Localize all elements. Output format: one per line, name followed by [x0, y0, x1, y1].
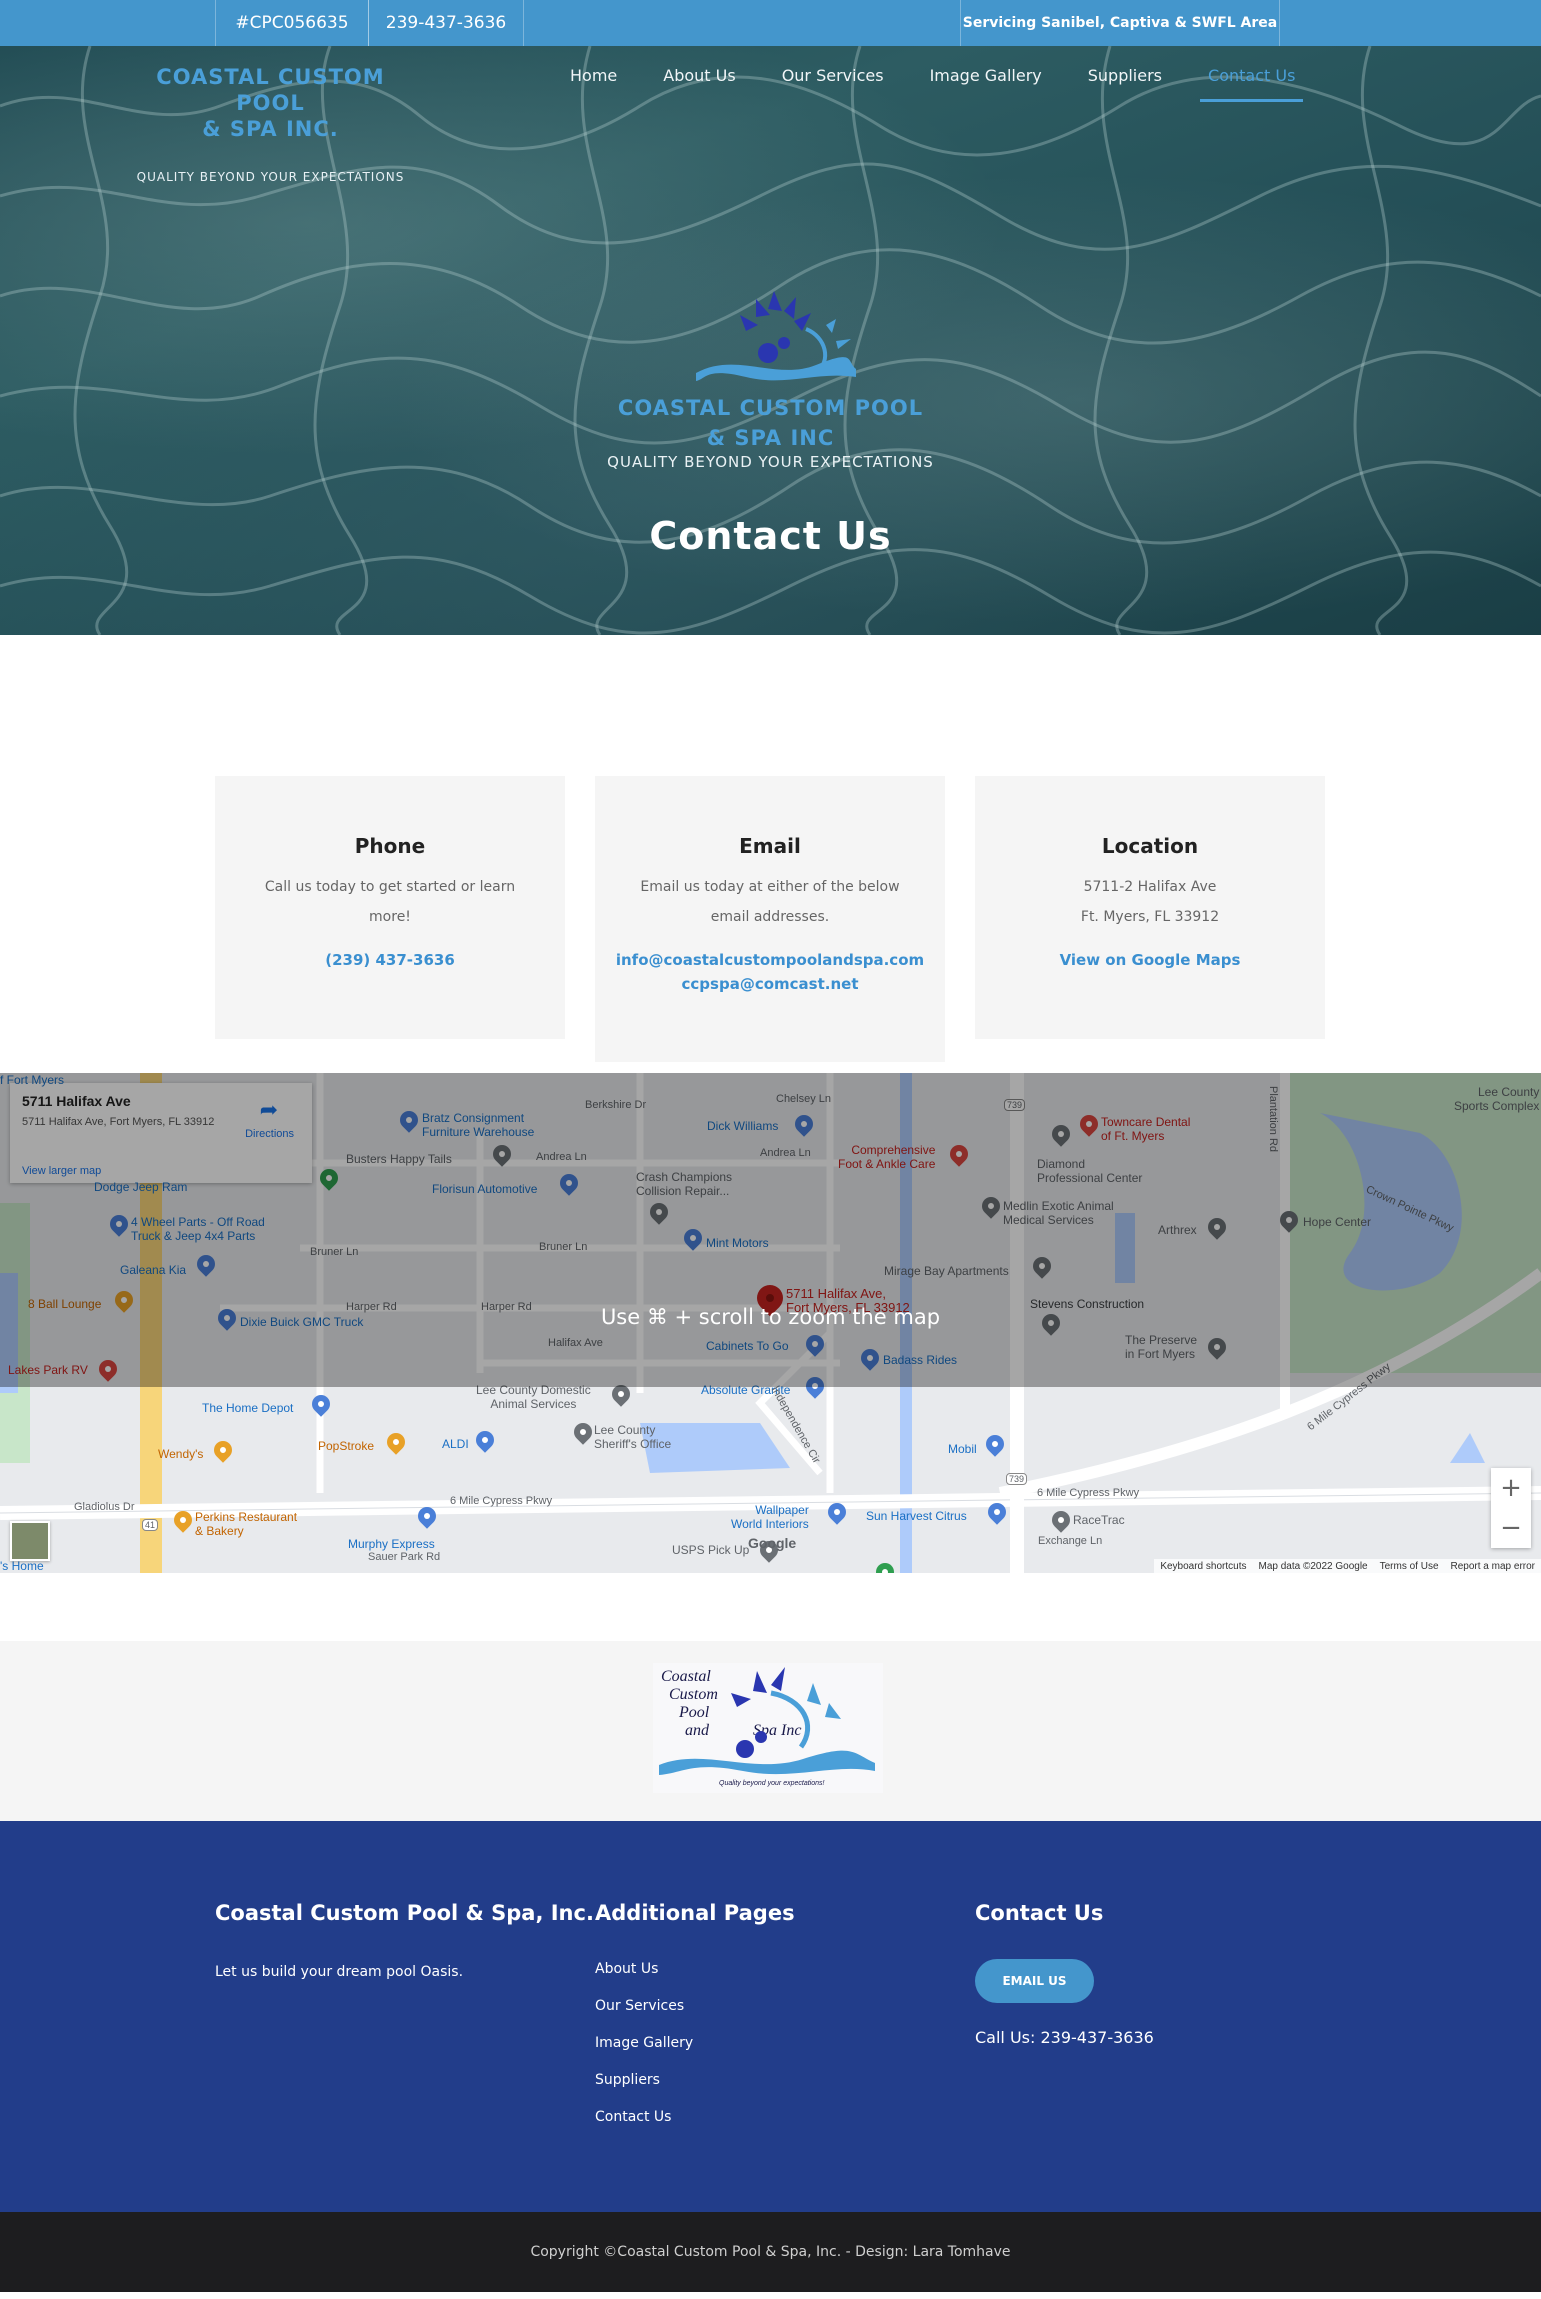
satellite-toggle[interactable] [10, 1521, 50, 1561]
map-label: The Home Depot [202, 1401, 294, 1415]
road-label: Gladiolus Dr [74, 1501, 135, 1513]
road-label: 6 Mile Cypress Pkwy [1037, 1487, 1140, 1499]
nav-about-us[interactable]: About Us [663, 46, 735, 102]
map-label: 's Home [0, 1559, 44, 1573]
location-card: Location 5711-2 Halifax Ave Ft. Myers, F… [975, 776, 1325, 1039]
location-address-line2: Ft. Myers, FL 33912 [1080, 909, 1220, 925]
hero-logo: COASTAL CUSTOM POOL & SPA INC QUALITY BE… [0, 281, 1541, 471]
footer-link-image-gallery[interactable]: Image Gallery [595, 2035, 693, 2051]
phone-card: Phone Call us today to get started or le… [215, 776, 565, 1039]
footer-link-about-us[interactable]: About Us [595, 1961, 658, 1977]
top-phone-link[interactable]: 239-437-3636 [368, 0, 524, 46]
email-card-text: Email us today at either of the below em… [640, 879, 900, 925]
hero-logo-tagline: QUALITY BEYOND YOUR EXPECTATIONS [607, 453, 934, 471]
report-error-link[interactable]: Report a map error [1451, 1561, 1535, 1572]
svg-text:Custom: Custom [669, 1686, 718, 1703]
location-address-line1: 5711-2 Halifax Ave [1083, 879, 1217, 895]
nav-image-gallery[interactable]: Image Gallery [930, 46, 1042, 102]
page-title: Contact Us [649, 514, 892, 558]
email-card: Email Email us today at either of the be… [595, 776, 945, 1062]
footer-link-our-services[interactable]: Our Services [595, 1998, 684, 2014]
map-label: USPS Pick Up [672, 1543, 750, 1557]
map-label: Perkins Restaurant & Bakery [195, 1510, 298, 1538]
scroll-zoom-overlay [0, 1073, 1541, 1387]
footer-pages-title: Additional Pages [595, 1901, 795, 1925]
phone-card-title: Phone [354, 834, 426, 858]
email-card-title: Email [739, 834, 801, 858]
road-label: 6 Mile Cypress Pkwy [450, 1495, 553, 1507]
license-number: #CPC056635 [215, 0, 369, 46]
map-label: Lee County Sheriff's Office [594, 1423, 672, 1451]
footer-tagline: Let us build your dream pool Oasis. [215, 1964, 464, 1980]
top-bar: #CPC056635 239-437-3636 Servicing Sanibe… [0, 0, 1541, 46]
nav-suppliers[interactable]: Suppliers [1088, 46, 1162, 102]
service-area: Servicing Sanibel, Captiva & SWFL Area [960, 0, 1280, 46]
copyright-bar: Copyright ©Coastal Custom Pool & Spa, In… [0, 2212, 1541, 2292]
terms-link[interactable]: Terms of Use [1380, 1561, 1439, 1572]
footer-contact-title: Contact Us [975, 1901, 1104, 1925]
location-card-title: Location [1101, 834, 1199, 858]
footer-links: About Us Our Services Image Gallery Supp… [595, 1961, 693, 2146]
map-label: Murphy Express [348, 1537, 435, 1551]
hero-logo-name-line1: COASTAL CUSTOM POOL [617, 396, 924, 420]
footer-link-contact-us[interactable]: Contact Us [595, 2109, 671, 2125]
brand-name-line2: & SPA INC. [202, 117, 339, 141]
email-us-button[interactable]: EMAIL US [975, 1959, 1094, 2003]
road-label: Exchange Ln [1038, 1535, 1103, 1547]
brand-tagline: QUALITY BEYOND YOUR EXPECTATIONS [136, 170, 405, 184]
route-shield: 739 [1006, 1473, 1028, 1485]
email-link-info[interactable]: info@coastalcustompoolandspa.com [595, 948, 945, 972]
road-label: Sauer Park Rd [368, 1551, 441, 1563]
phone-card-text: Call us today to get started or learn mo… [264, 879, 516, 925]
map-label: Mobil [948, 1442, 977, 1456]
zoom-out-button[interactable]: − [1491, 1508, 1531, 1548]
brand-name-line1: COASTAL CUSTOM POOL [156, 65, 385, 115]
svg-text:Quality beyond your expectatio: Quality beyond your expectations! [719, 1780, 825, 1787]
map-label: Wendy's [158, 1447, 204, 1461]
keyboard-shortcuts-link[interactable]: Keyboard shortcuts [1160, 1561, 1246, 1572]
email-link-ccpspa[interactable]: ccpspa@comcast.net [595, 972, 945, 996]
hero-section: COASTAL CUSTOM POOL & SPA INC. QUALITY B… [0, 46, 1541, 635]
map-attribution: Keyboard shortcuts Map data ©2022 Google… [1154, 1559, 1541, 1573]
svg-text:and: and [685, 1722, 710, 1739]
map-label: ALDI [442, 1437, 469, 1451]
main-nav: Home About Us Our Services Image Gallery… [570, 46, 1349, 146]
google-logo: Google [748, 1535, 797, 1551]
map-label: RaceTrac [1073, 1513, 1125, 1527]
company-logo: Coastal Custom Pool and Spa Inc Quality … [653, 1663, 883, 1793]
site-brand[interactable]: COASTAL CUSTOM POOL & SPA INC. QUALITY B… [118, 64, 423, 184]
nav-home[interactable]: Home [570, 46, 617, 102]
zoom-hint: Use ⌘ + scroll to zoom the map [600, 1305, 941, 1329]
google-maps-link[interactable]: View on Google Maps [975, 948, 1325, 972]
svg-text:Pool: Pool [678, 1704, 710, 1721]
map-data-text: Map data ©2022 Google [1258, 1560, 1368, 1572]
logo-band: Coastal Custom Pool and Spa Inc Quality … [0, 1641, 1541, 1821]
copyright-text: Copyright ©Coastal Custom Pool & Spa, In… [530, 2244, 1011, 2260]
map-label: Wallpaper World Interiors [731, 1503, 809, 1531]
footer-call-text[interactable]: Call Us: 239-437-3636 [975, 2028, 1154, 2047]
map-label: PopStroke [318, 1439, 375, 1453]
footer-company-title: Coastal Custom Pool & Spa, Inc. [215, 1901, 594, 1925]
sun-wave-logo-icon [695, 291, 856, 381]
map-label: Sun Harvest Citrus [866, 1509, 967, 1523]
zoom-in-button[interactable]: + [1491, 1468, 1531, 1508]
zoom-controls: + − [1491, 1468, 1531, 1548]
contact-cards: Phone Call us today to get started or le… [0, 635, 1541, 1073]
route-shield: 41 [142, 1519, 159, 1531]
phone-link[interactable]: (239) 437-3636 [215, 948, 565, 972]
footer-link-suppliers[interactable]: Suppliers [595, 2072, 660, 2088]
map-label: Lee County Domestic Animal Services [476, 1383, 591, 1411]
google-map[interactable]: 5711 Halifax Ave 5711 Halifax Ave, Fort … [0, 1073, 1541, 1573]
nav-contact-us[interactable]: Contact Us [1200, 46, 1304, 102]
site-footer: Coastal Custom Pool & Spa, Inc. Let us b… [0, 1821, 1541, 2212]
svg-text:Coastal: Coastal [661, 1668, 711, 1685]
hero-logo-name-line2: & SPA INC [706, 426, 835, 450]
nav-our-services[interactable]: Our Services [782, 46, 884, 102]
